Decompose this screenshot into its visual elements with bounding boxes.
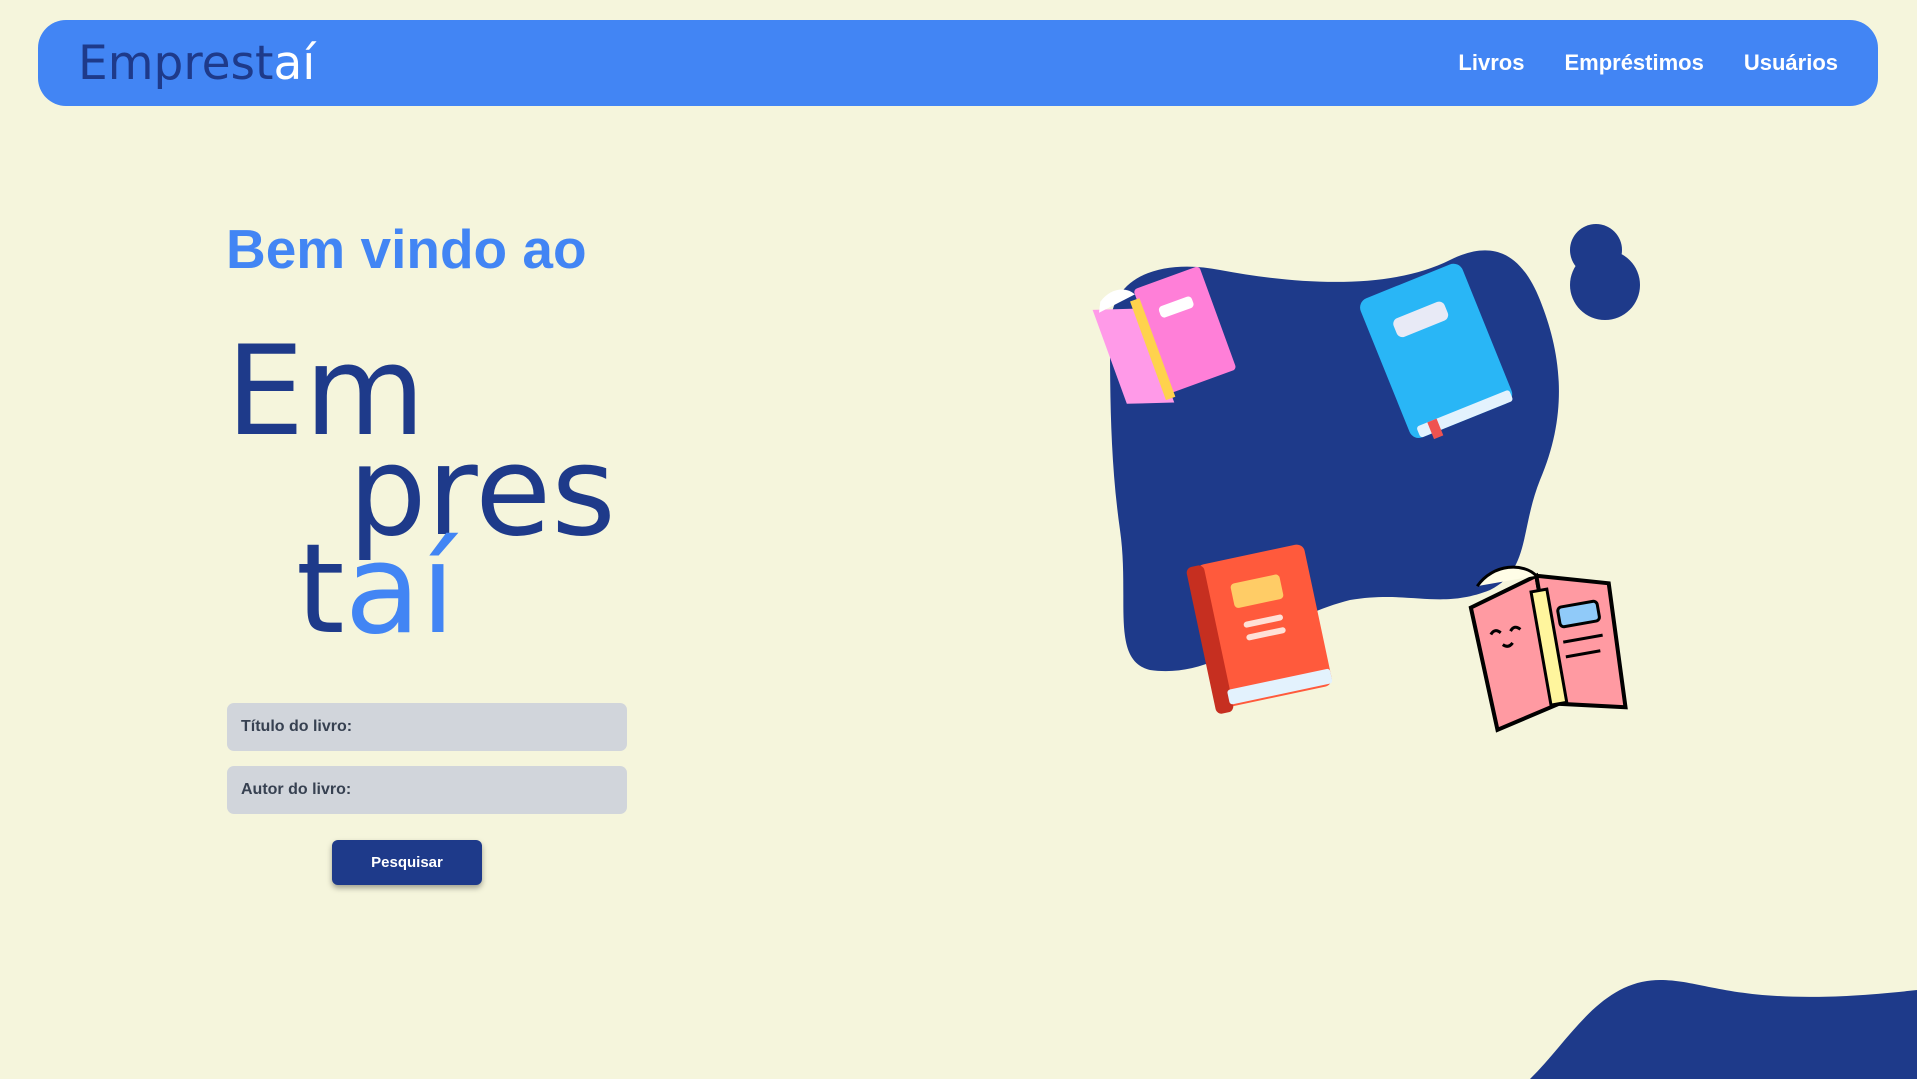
nav-link-emprestimos[interactable]: Empréstimos — [1564, 50, 1703, 76]
reading-book-icon — [1468, 565, 1628, 733]
bottom-wave-decoration — [1530, 980, 1917, 1079]
book-title-input[interactable] — [227, 703, 627, 751]
nav-link-livros[interactable]: Livros — [1458, 50, 1524, 76]
hero-logo: Em pres taí — [226, 330, 646, 652]
logo-text-dark: Emprest — [78, 35, 274, 91]
logo-text-light: aí — [273, 35, 316, 91]
top-navbar: Emprest aí Livros Empréstimos Usuários — [38, 20, 1878, 106]
welcome-heading: Bem vindo ao — [226, 218, 587, 280]
hero-logo-line3-accent: aí — [344, 518, 456, 662]
nav-link-usuarios[interactable]: Usuários — [1744, 50, 1838, 76]
hero-logo-line3-dark: t — [296, 518, 345, 662]
header-logo[interactable]: Emprest aí — [78, 32, 315, 94]
hero-logo-line3: taí — [296, 528, 455, 652]
search-button[interactable]: Pesquisar — [332, 840, 482, 885]
books-illustration — [1092, 224, 1640, 733]
book-author-input[interactable] — [227, 766, 627, 814]
bubble-small — [1570, 224, 1622, 276]
main-nav: Livros Empréstimos Usuários — [1458, 20, 1838, 106]
book-search-form: Pesquisar — [227, 703, 627, 885]
